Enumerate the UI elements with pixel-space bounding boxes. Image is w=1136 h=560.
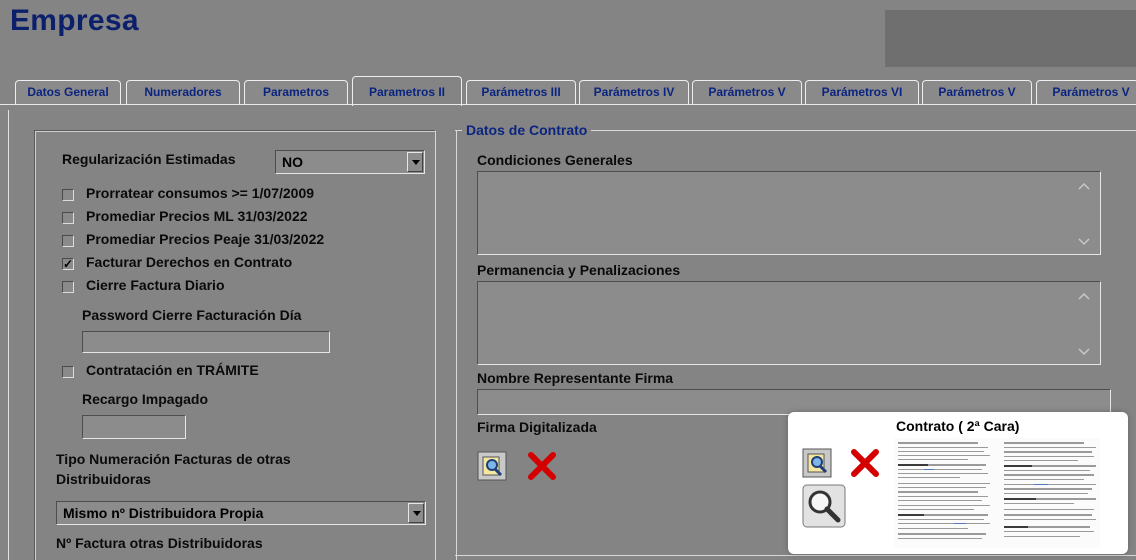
scroll-up-icon[interactable] bbox=[1078, 292, 1090, 300]
checkbox-tramite[interactable] bbox=[62, 366, 74, 378]
permanencia-textarea[interactable] bbox=[477, 281, 1101, 365]
firma-browse-button[interactable] bbox=[477, 451, 507, 481]
popup-browse-button[interactable] bbox=[802, 448, 832, 478]
checkbox-promediar-peaje[interactable] bbox=[62, 235, 74, 247]
popup-title: Contrato ( 2ª Cara) bbox=[896, 418, 1020, 434]
condiciones-label: Condiciones Generales bbox=[477, 152, 633, 168]
checkbox-cierre-diario[interactable] bbox=[62, 281, 74, 293]
regularizacion-value: NO bbox=[282, 154, 303, 170]
tab-parametros-vi[interactable]: Parámetros VI bbox=[805, 80, 919, 104]
contract-group-border bbox=[456, 130, 457, 560]
nfactura-label: Nº Factura otras Distribuidoras bbox=[56, 535, 263, 551]
red-x-icon bbox=[528, 452, 556, 480]
tab-underline bbox=[0, 104, 1136, 105]
red-x-icon bbox=[851, 449, 879, 477]
promediar-ml-label: Promediar Precios ML 31/03/2022 bbox=[86, 208, 308, 224]
contract-group-title: Datos de Contrato bbox=[462, 122, 592, 138]
regularizacion-select[interactable]: NO bbox=[275, 150, 425, 174]
recargo-input[interactable] bbox=[82, 415, 186, 439]
tab-parametros-iii[interactable]: Parámetros III bbox=[466, 80, 576, 104]
cierre-diario-label: Cierre Factura Diario bbox=[86, 277, 225, 293]
tab-parametros-v2[interactable]: Parámetros V bbox=[922, 80, 1032, 104]
tab-parametros[interactable]: Parametros bbox=[244, 80, 348, 104]
contract-preview-popup: Contrato ( 2ª Cara) bbox=[788, 412, 1128, 554]
popup-delete-button[interactable] bbox=[850, 448, 880, 478]
prorratear-label: Prorratear consumos >= 1/07/2009 bbox=[86, 185, 315, 201]
regularizacion-label: Regularización Estimadas bbox=[62, 151, 236, 167]
panel-border bbox=[8, 110, 9, 560]
permanencia-label: Permanencia y Penalizaciones bbox=[477, 262, 681, 278]
tramite-label: Contratación en TRÁMITE bbox=[86, 362, 259, 378]
checkbox-facturar-derechos[interactable]: ✓ bbox=[62, 258, 74, 270]
password-label: Password Cierre Facturación Día bbox=[82, 307, 302, 323]
magnifier-icon bbox=[802, 484, 846, 528]
tab-numeradores[interactable]: Numeradores bbox=[126, 80, 240, 104]
firma-label: Firma Digitalizada bbox=[477, 419, 597, 435]
tab-parametros-v3[interactable]: Parámetros V bbox=[1036, 80, 1136, 104]
header-panel bbox=[885, 10, 1136, 67]
contract-page-thumbnail bbox=[894, 438, 1100, 548]
facturar-derechos-label: Facturar Derechos en Contrato bbox=[86, 254, 293, 270]
checkbox-prorratear[interactable] bbox=[62, 189, 74, 201]
page-title: Empresa bbox=[10, 4, 139, 37]
chevron-down-icon[interactable] bbox=[407, 152, 423, 172]
tipo-numeracion-select[interactable]: Mismo nº Distribuidora Propia bbox=[56, 501, 426, 525]
chevron-down-icon[interactable] bbox=[408, 503, 424, 523]
scroll-down-icon[interactable] bbox=[1078, 348, 1090, 356]
recargo-label: Recargo Impagado bbox=[82, 391, 209, 407]
tipo-numeracion-value: Mismo nº Distribuidora Propia bbox=[63, 505, 264, 521]
scroll-down-icon[interactable] bbox=[1078, 238, 1090, 246]
tipo-label-line1: Tipo Numeración Facturas de otras bbox=[56, 451, 291, 467]
tipo-label-line2: Distribuidoras bbox=[56, 471, 151, 487]
condiciones-textarea[interactable] bbox=[477, 171, 1101, 255]
search-document-icon bbox=[802, 448, 832, 478]
tab-parametros-v[interactable]: Parámetros V bbox=[692, 80, 802, 104]
scroll-up-icon[interactable] bbox=[1078, 182, 1090, 190]
popup-zoom-button[interactable] bbox=[802, 484, 846, 528]
tab-datos-general[interactable]: Datos General bbox=[15, 80, 121, 104]
search-document-icon bbox=[477, 451, 507, 481]
promediar-peaje-label: Promediar Precios Peaje 31/03/2022 bbox=[86, 231, 325, 247]
document-preview-image bbox=[898, 442, 1096, 539]
tab-parametros-ii[interactable]: Parametros II bbox=[352, 76, 462, 106]
password-input[interactable] bbox=[82, 331, 330, 353]
representante-label: Nombre Representante Firma bbox=[477, 370, 674, 386]
checkbox-promediar-ml[interactable] bbox=[62, 212, 74, 224]
bottom-divider bbox=[455, 555, 1136, 556]
firma-delete-button[interactable] bbox=[527, 451, 557, 481]
tab-parametros-iv[interactable]: Parámetros IV bbox=[579, 80, 689, 104]
